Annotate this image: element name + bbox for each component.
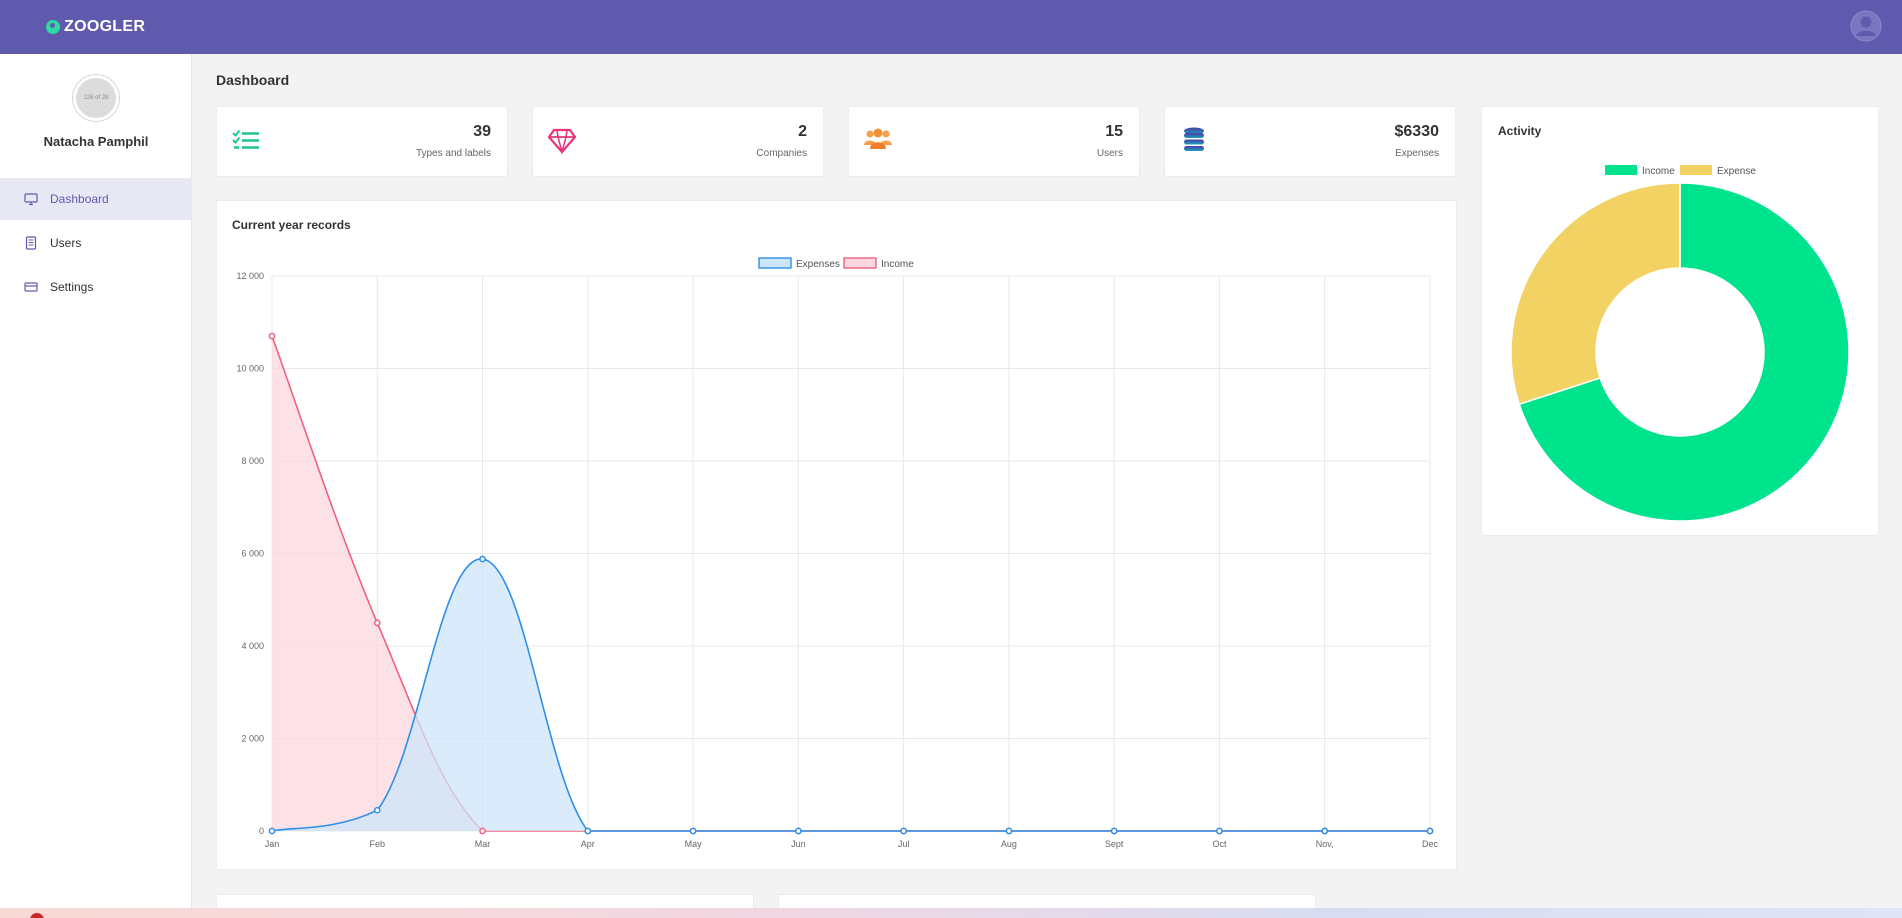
data-point-income bbox=[373, 619, 381, 627]
stat-card-types[interactable]: 39 Types and labels bbox=[216, 106, 508, 177]
y-tick-label: 8 000 bbox=[241, 456, 264, 466]
data-point-expenses bbox=[1216, 827, 1223, 835]
sidebar-item-dashboard[interactable]: Dashboard bbox=[0, 178, 192, 220]
stat-card-users[interactable]: 15 Users bbox=[848, 106, 1140, 177]
stat-label: Users bbox=[1096, 148, 1123, 159]
sidebar: 126 of 28 Natacha Pamphil Dashboard User… bbox=[0, 54, 192, 918]
data-point-expenses bbox=[1321, 827, 1329, 835]
stat-value: 39 bbox=[473, 123, 491, 140]
donut-slice-expense bbox=[1510, 182, 1681, 406]
data-point-expenses bbox=[584, 827, 592, 835]
stat-card-expenses[interactable]: $6330 Expenses bbox=[1164, 106, 1456, 177]
y-tick-label: 0 bbox=[259, 826, 264, 836]
sidebar-item-label: Users bbox=[50, 236, 82, 250]
data-point-expenses bbox=[900, 827, 907, 835]
data-point-expenses bbox=[1005, 827, 1013, 835]
data-point-expenses bbox=[1110, 827, 1118, 835]
x-tick-label: Oct bbox=[1212, 839, 1227, 849]
x-tick-label: Dec bbox=[1422, 839, 1439, 849]
legend-label-expenses: Expenses bbox=[796, 259, 840, 270]
sidebar-item-users[interactable]: Users bbox=[0, 222, 192, 264]
stat-label: Types and labels bbox=[415, 148, 491, 159]
browser-bottom-strip bbox=[0, 908, 1902, 918]
top-bar: ZOOGLER bbox=[0, 0, 1902, 54]
y-tick-label: 10 000 bbox=[236, 364, 264, 374]
legend-swatch-income bbox=[843, 257, 877, 269]
user-circle-icon[interactable] bbox=[1850, 10, 1882, 42]
x-tick-label: Sept bbox=[1105, 839, 1124, 849]
avatar[interactable]: 126 of 28 bbox=[72, 74, 120, 122]
x-tick-label: Jul bbox=[898, 839, 910, 849]
data-point-expenses bbox=[689, 827, 697, 835]
avatar-placeholder: 126 of 28 bbox=[76, 78, 116, 118]
data-point-income bbox=[479, 827, 486, 835]
x-tick-label: Jun bbox=[791, 839, 806, 849]
stat-card-companies[interactable]: 2 Companies bbox=[532, 106, 824, 177]
sidebar-item-label: Settings bbox=[50, 280, 94, 294]
legend-label-income: Income bbox=[1642, 166, 1675, 177]
database-icon bbox=[1184, 127, 1204, 151]
y-tick-label: 6 000 bbox=[241, 549, 264, 559]
activity-donut-chart: Income Expense bbox=[1510, 165, 1850, 522]
x-tick-label: Nov, bbox=[1316, 839, 1334, 849]
stat-value: $6330 bbox=[1394, 123, 1440, 140]
sidebar-item-settings[interactable]: Settings bbox=[0, 266, 192, 308]
data-point-expenses bbox=[795, 827, 802, 835]
credit-card-icon bbox=[24, 282, 38, 292]
sidebar-nav: Dashboard Users Settings bbox=[0, 178, 192, 310]
profile-name: Natacha Pamphil bbox=[43, 134, 149, 149]
series-area-expenses bbox=[272, 558, 1430, 831]
x-tick-label: May bbox=[685, 839, 703, 849]
x-tick-label: Feb bbox=[370, 839, 386, 849]
users-group-icon bbox=[864, 128, 892, 149]
legend-swatch-expense bbox=[1680, 165, 1712, 175]
activity-card: Activity Income Expense bbox=[1481, 106, 1879, 536]
legend-swatch-expenses bbox=[758, 257, 792, 269]
page-title: Dashboard bbox=[216, 72, 290, 88]
brand-name: ZOOGLER bbox=[64, 18, 146, 35]
document-icon bbox=[25, 236, 37, 250]
x-tick-label: Jan bbox=[265, 839, 280, 849]
y-tick-label: 4 000 bbox=[241, 641, 264, 651]
records-line-chart: 0 2 000 4 000 6 000 8 000 10 000 12 000 Jan Feb M… bbox=[236, 257, 1439, 849]
y-tick-label: 2 000 bbox=[241, 734, 264, 744]
data-point-expenses bbox=[268, 827, 276, 835]
legend-label-income: Income bbox=[881, 259, 914, 270]
stat-value: 15 bbox=[1105, 123, 1123, 140]
records-chart-card: Current year records 02 000 4 000 6 000 8 0… bbox=[216, 200, 1457, 870]
data-point-income bbox=[268, 332, 276, 340]
x-tick-label: Mar bbox=[475, 839, 491, 849]
checklist-icon bbox=[232, 129, 259, 149]
data-point-expenses bbox=[479, 555, 486, 563]
sidebar-item-label: Dashboard bbox=[50, 192, 109, 206]
legend-swatch-income bbox=[1605, 165, 1637, 175]
stat-label: Companies bbox=[756, 148, 807, 159]
x-tick-label: Apr bbox=[581, 839, 595, 849]
brand[interactable]: ZOOGLER bbox=[46, 17, 145, 37]
logo-dot-icon bbox=[46, 20, 60, 34]
monitor-icon bbox=[24, 193, 38, 206]
data-point-expenses bbox=[373, 806, 381, 814]
stat-label: Expenses bbox=[1395, 148, 1439, 159]
stat-value: 2 bbox=[798, 123, 807, 140]
data-point-expenses bbox=[1426, 827, 1434, 835]
legend-label-expense: Expense bbox=[1717, 166, 1756, 177]
diamond-icon bbox=[547, 128, 577, 155]
x-tick-label: Aug bbox=[1001, 839, 1017, 849]
y-tick-label: 12 000 bbox=[236, 271, 264, 281]
